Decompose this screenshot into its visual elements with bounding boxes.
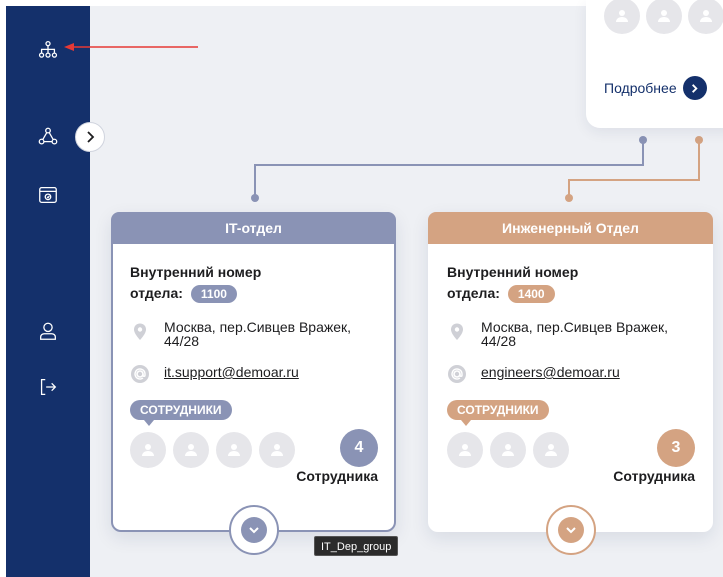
person-icon xyxy=(658,10,670,22)
avatar[interactable] xyxy=(173,432,209,468)
avatar[interactable] xyxy=(130,432,166,468)
department-card-engineering[interactable]: Инженерный Отдел Внутренний номер отдела… xyxy=(428,212,713,555)
department-title: Инженерный Отдел xyxy=(428,212,713,244)
department-label: отдела: xyxy=(447,285,500,301)
person-icon xyxy=(545,444,557,456)
department-title: IT-отдел xyxy=(111,212,396,244)
department-email-link[interactable]: engineers@demoar.ru xyxy=(481,364,620,380)
location-pin-icon xyxy=(451,323,463,340)
expand-department-button[interactable] xyxy=(228,505,279,555)
logout-icon[interactable] xyxy=(36,375,60,399)
department-card-it[interactable]: IT-отдел Внутренний номер отдела: 1100 М… xyxy=(111,212,396,555)
person-icon xyxy=(271,444,283,456)
staff-tag: СОТРУДНИКИ xyxy=(130,400,232,426)
staff-count-badge: 3 xyxy=(657,429,695,467)
tooltip: IT_Dep_group xyxy=(314,536,399,556)
user-icon[interactable] xyxy=(36,319,60,343)
department-label: отдела: xyxy=(130,285,183,301)
department-address: Москва, пер.Сивцев Вражек, 44/28 xyxy=(481,319,669,349)
email-icon xyxy=(131,365,149,383)
department-address: Москва, пер.Сивцев Вражек, 44/28 xyxy=(164,319,352,349)
avatar[interactable] xyxy=(688,0,723,34)
parent-avatars xyxy=(604,0,723,34)
network-icon[interactable] xyxy=(36,125,60,149)
internal-number-label: Внутренний номер xyxy=(130,264,262,280)
parent-department-card: Подробнее xyxy=(586,0,723,128)
avatar[interactable] xyxy=(447,432,483,468)
department-number-badge: 1100 xyxy=(190,284,237,303)
avatar[interactable] xyxy=(604,0,640,34)
staff-count-label: Сотрудника xyxy=(613,468,695,484)
avatar[interactable] xyxy=(533,432,569,468)
email-icon xyxy=(448,365,466,383)
department-number-badge: 1400 xyxy=(507,284,555,303)
arrow-right-icon xyxy=(682,76,707,100)
person-icon xyxy=(228,444,240,456)
expand-department-button[interactable] xyxy=(545,505,596,555)
person-icon xyxy=(616,10,628,22)
person-icon xyxy=(142,444,154,456)
department-email-link[interactable]: it.support@demoar.ru xyxy=(164,364,299,380)
person-icon xyxy=(502,444,514,456)
more-details-link[interactable]: Подробнее xyxy=(604,76,707,100)
sidebar xyxy=(6,6,90,577)
sidebar-expand-button[interactable] xyxy=(75,122,105,152)
person-icon xyxy=(459,444,471,456)
person-icon xyxy=(700,10,712,22)
chevron-down-icon xyxy=(240,517,267,543)
internal-number-label: Внутренний номер xyxy=(447,264,579,280)
avatar[interactable] xyxy=(216,432,252,468)
location-pin-icon xyxy=(134,323,146,340)
chevron-down-icon xyxy=(557,517,584,543)
staff-tag: СОТРУДНИКИ xyxy=(447,400,549,426)
org-structure-icon[interactable] xyxy=(36,39,60,63)
avatar[interactable] xyxy=(490,432,526,468)
avatar[interactable] xyxy=(646,0,682,34)
folder-icon[interactable] xyxy=(36,183,60,207)
person-icon xyxy=(185,444,197,456)
avatar[interactable] xyxy=(259,432,295,468)
staff-count-label: Сотрудника xyxy=(296,468,378,484)
more-details-label: Подробнее xyxy=(604,80,677,96)
staff-count-badge: 4 xyxy=(340,429,378,467)
annotation-arrow xyxy=(64,43,198,51)
chevron-right-icon xyxy=(87,131,95,143)
